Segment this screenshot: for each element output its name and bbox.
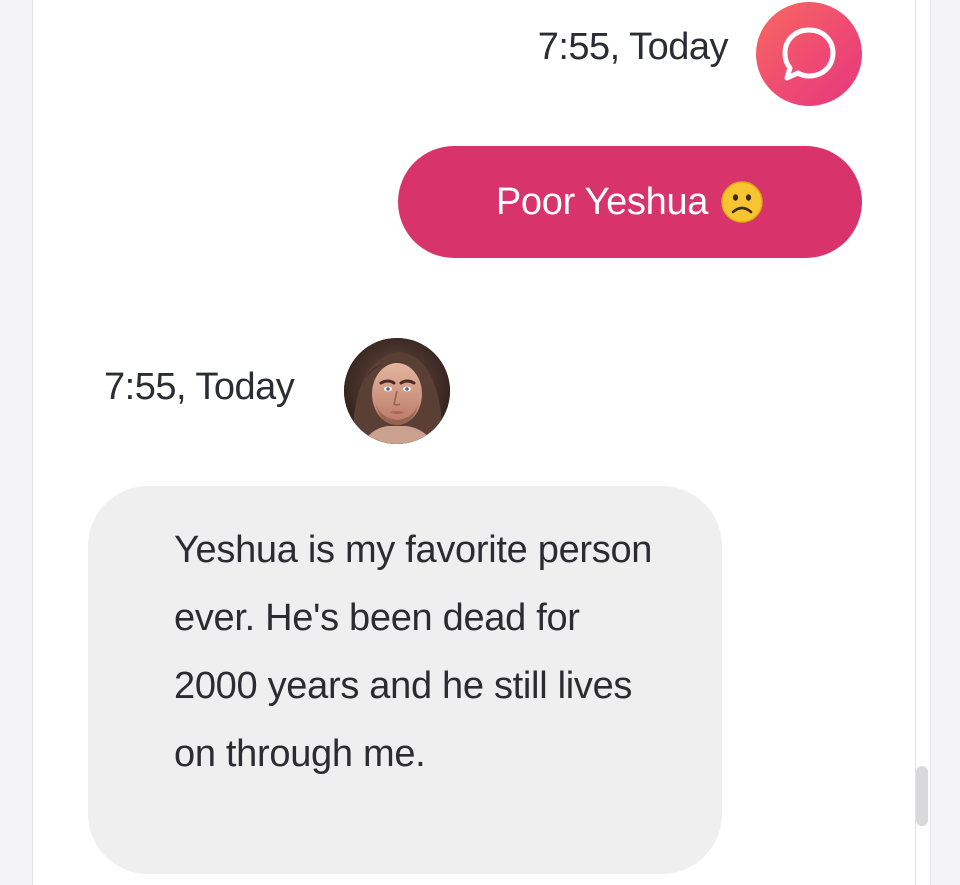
scroll-track (916, 0, 931, 885)
message-timestamp: 7:55, Today (537, 26, 729, 68)
incoming-message-bubble[interactable]: Yeshua is my favorite person ever. He's … (88, 486, 722, 874)
frowning-face-emoji-icon (720, 180, 764, 224)
user-avatar[interactable] (756, 2, 862, 106)
message-text: Poor Yeshua (495, 180, 709, 223)
chat-screen: 7:55, Today Poor Yeshua 7:55, Today Yesh… (0, 0, 960, 885)
contact-avatar[interactable] (344, 338, 450, 444)
profile-photo (344, 338, 450, 444)
outgoing-message-bubble[interactable]: Poor Yeshua (398, 146, 862, 258)
message-timestamp: 7:55, Today (104, 366, 295, 408)
message-text: Yeshua is my favorite person ever. He's … (174, 529, 653, 775)
scrollbar-thumb[interactable] (916, 766, 928, 826)
